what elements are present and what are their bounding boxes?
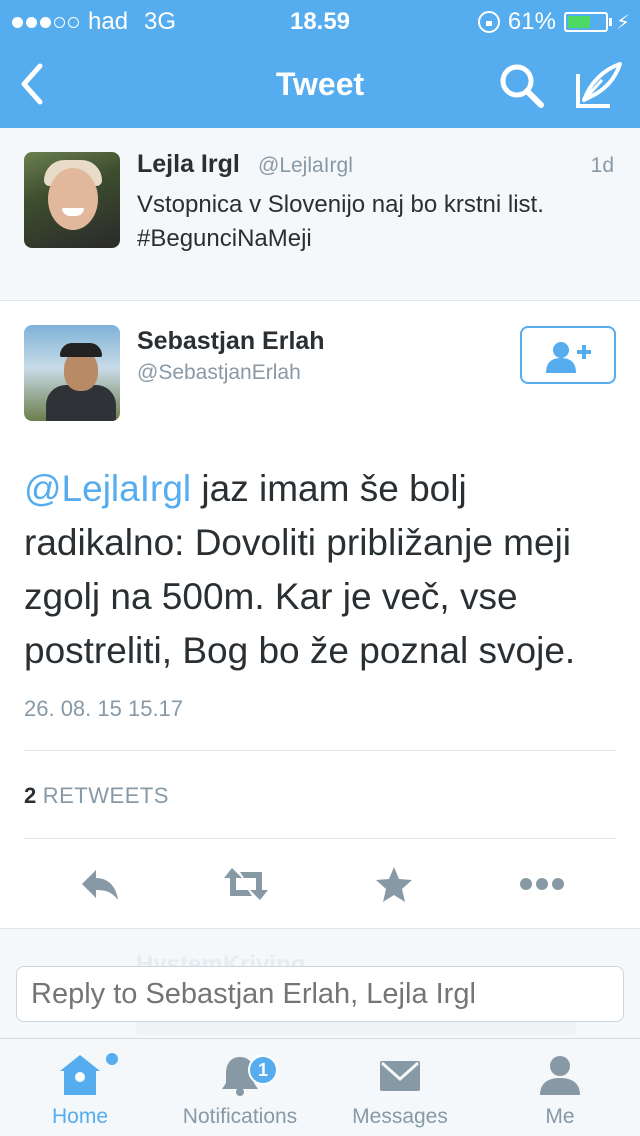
background-reply-text — [136, 1021, 576, 1035]
battery-icon — [563, 12, 608, 32]
tab-messages[interactable]: Messages — [336, 1039, 464, 1136]
tab-bar: Home 1 Notifications Messages Me — [0, 1038, 640, 1136]
divider — [24, 750, 616, 751]
retweet-icon[interactable] — [222, 864, 268, 904]
compose-tweet-icon[interactable] — [572, 60, 624, 112]
author-name[interactable]: Sebastjan Erlah — [137, 327, 325, 356]
tweet-actions — [0, 858, 640, 908]
retweet-label: RETWEETS — [42, 783, 169, 808]
avatar-face — [48, 168, 98, 230]
avatar-face — [64, 351, 98, 391]
envelope-icon — [380, 1061, 420, 1091]
battery-fill — [567, 16, 590, 28]
mention-link[interactable]: @LejlaIrgl — [24, 468, 191, 509]
battery-percent: 61% — [507, 8, 556, 35]
tweet-text: @LejlaIrgl jaz imam še bolj radikalno: D… — [24, 462, 624, 678]
parent-tweet-age: 1d — [590, 154, 614, 177]
avatar-cap — [60, 343, 102, 357]
avatar[interactable] — [24, 152, 120, 248]
charging-bolt-icon: ⚡ — [615, 11, 630, 34]
reply-icon[interactable] — [78, 864, 122, 904]
parent-author-handle[interactable]: @LejlaIrgl — [258, 154, 353, 178]
rotation-lock-icon — [477, 11, 500, 33]
reply-input[interactable] — [16, 966, 624, 1022]
reply-area: HystemKriving — [0, 928, 640, 1038]
tab-home[interactable]: Home — [20, 1039, 140, 1136]
tab-me[interactable]: Me — [500, 1039, 620, 1136]
home-icon — [60, 1055, 100, 1095]
tab-label: Home — [51, 1105, 109, 1128]
new-content-dot — [106, 1053, 118, 1065]
more-icon[interactable] — [518, 864, 564, 904]
search-icon[interactable] — [498, 62, 546, 110]
divider — [24, 838, 616, 839]
add-user-icon — [546, 342, 591, 373]
favorite-icon[interactable] — [372, 864, 416, 904]
parent-author-name[interactable]: Lejla Irgl — [137, 150, 240, 179]
avatar[interactable] — [24, 325, 120, 421]
tab-notifications[interactable]: 1 Notifications — [168, 1039, 312, 1136]
parent-tweet-text: Vstopnica v Slovenijo naj bo krstni list… — [137, 191, 544, 252]
status-bar: had 3G 18.59 61% ⚡ — [0, 0, 640, 40]
follow-button[interactable] — [520, 326, 616, 384]
tab-label: Notifications — [182, 1105, 298, 1128]
top-bar: had 3G 18.59 61% ⚡ Tweet — [0, 0, 640, 128]
battery-cap — [608, 18, 612, 26]
notification-badge: 1 — [248, 1055, 278, 1085]
person-icon — [540, 1056, 580, 1095]
tab-label: Me — [545, 1105, 575, 1128]
tab-label: Messages — [352, 1105, 448, 1128]
retweets-stat[interactable]: 2 RETWEETS — [24, 783, 169, 809]
author-handle[interactable]: @SebastjanErlah — [137, 361, 301, 385]
retweet-count: 2 — [24, 783, 37, 808]
tweet-timestamp: 26. 08. 15 15.17 — [24, 696, 184, 721]
nav-bar: Tweet — [0, 40, 640, 128]
status-right: 61% ⚡ — [477, 8, 630, 36]
